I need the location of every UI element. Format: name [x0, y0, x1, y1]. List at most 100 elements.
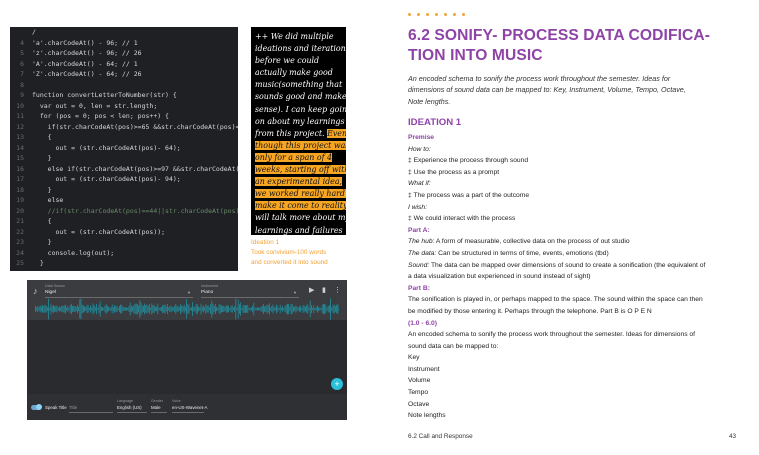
- line-number: 6: [20, 59, 24, 68]
- body-text: ‡ The process was a part of the outcome: [408, 191, 530, 199]
- waveform-bar: [180, 304, 181, 314]
- waveform-bar: [305, 306, 306, 312]
- voice-select[interactable]: en-US-Wavenet-A: [172, 405, 207, 410]
- section-subheading: Part A:: [408, 225, 753, 237]
- waveform-bar: [122, 306, 124, 312]
- waveform-bar: [69, 304, 71, 313]
- waveform-bar: [225, 305, 227, 313]
- caption-line: Took convivium-100 words: [251, 249, 327, 256]
- code-text: for (pos = 0; pos < len; pos++) {: [32, 112, 169, 120]
- more-vertical-icon[interactable]: ⋮: [334, 287, 341, 295]
- quote-text: on about my learnings: [255, 116, 345, 126]
- line-number: 23: [16, 238, 24, 246]
- decorative-dots: [408, 13, 465, 16]
- waveform-bar: [38, 307, 40, 311]
- waveform-bar: [197, 304, 198, 314]
- waveform-bar: [113, 307, 114, 311]
- voice-underline: [172, 412, 204, 413]
- waveform-bar: [211, 300, 213, 318]
- waveform-bar: [167, 304, 168, 314]
- intro-paragraph: An encoded schema to sonify the process …: [408, 73, 753, 107]
- title-input[interactable]: Title: [69, 405, 77, 410]
- waveform-bar: [132, 306, 133, 312]
- waveform-bar: [177, 306, 179, 312]
- waveform-bar: [320, 307, 322, 311]
- play-icon[interactable]: ▶: [309, 287, 314, 295]
- code-text: }: [32, 154, 52, 162]
- waveform-bar: [229, 308, 231, 310]
- waveform-bar: [326, 307, 328, 311]
- waveform-bar: [273, 307, 275, 311]
- speak-title-toggle[interactable]: [31, 404, 42, 410]
- waveform-bar: [255, 307, 257, 311]
- waveform-bar: [110, 307, 112, 312]
- waveform-bar: [266, 304, 268, 314]
- page-title-line-2: TION INTO MUSIC: [408, 47, 543, 64]
- quote-text: sounds good and makes: [255, 92, 346, 102]
- waveform-bar: [54, 306, 55, 312]
- waveform-bar: [186, 299, 187, 319]
- waveform-bar: [300, 305, 301, 313]
- waveform-bar: [242, 305, 244, 313]
- waveform-bar: [111, 304, 113, 314]
- quote-text: will talk more about my: [255, 213, 346, 223]
- waveform-bar: [47, 307, 48, 311]
- waveform-bar: [105, 304, 107, 314]
- line-number: 14: [16, 143, 24, 152]
- delete-icon[interactable]: ▮: [322, 287, 326, 295]
- body-line: How to:: [408, 144, 753, 156]
- body-text: Volume: [408, 377, 431, 385]
- quote-line: learnings and failures: [255, 225, 343, 236]
- code-text: out = (str.charCodeAt(pos)- 64);: [32, 143, 181, 152]
- code-line: 14 out = (str.charCodeAt(pos)- 64);: [10, 143, 238, 154]
- section-subheading: (1.0 - 6.0): [408, 318, 753, 330]
- waveform-bar: [131, 305, 132, 313]
- body-text: Instrument: [408, 365, 440, 373]
- waveform-bar: [86, 304, 88, 314]
- highlighted-text: Even: [327, 128, 346, 138]
- code-text: {: [32, 133, 52, 141]
- waveform-bar: [139, 300, 141, 318]
- waveform-bar: [140, 302, 142, 316]
- waveform-bar: [37, 306, 39, 312]
- waveform-bar: [147, 305, 149, 313]
- body-text: Premise: [408, 134, 435, 141]
- waveform-bar: [264, 306, 265, 312]
- body-line: What if:: [408, 178, 753, 190]
- waveform-bar: [251, 307, 252, 311]
- ideation-caption: Ideation 1 Took convivium-100 words and co…: [251, 238, 361, 268]
- waveform-bar: [96, 304, 97, 315]
- waveform-bar: [189, 307, 191, 311]
- waveform-bar: [56, 305, 58, 313]
- code-line: 19 else: [10, 195, 238, 206]
- line-number: 12: [16, 122, 24, 131]
- waveform-bar: [93, 305, 95, 313]
- highlighted-text: though this project was: [255, 140, 346, 150]
- waveform-bar: [272, 304, 274, 314]
- waveform-bar: [288, 303, 289, 315]
- waveform-bar: [281, 307, 282, 311]
- waveform-bar: [253, 302, 255, 316]
- body-line: Volume: [408, 375, 753, 387]
- add-track-button[interactable]: +: [331, 378, 343, 390]
- body-text: Key: [408, 354, 420, 362]
- waveform-bar: [137, 304, 138, 314]
- body-text: Note lengths: [408, 412, 446, 420]
- code-line: 25 }: [10, 258, 238, 269]
- waveform-bar: [230, 305, 232, 312]
- waveform-bar: [279, 304, 281, 314]
- quote-line: an experimental idea,: [255, 176, 343, 188]
- waveform-bar: [104, 305, 106, 313]
- waveform-bar: [55, 306, 57, 312]
- waveform-bar: [194, 306, 196, 312]
- gender-select[interactable]: Male: [151, 405, 161, 410]
- waveform-bar: [258, 307, 259, 311]
- waveform-bar: [295, 305, 297, 313]
- language-select[interactable]: English (US): [117, 405, 142, 410]
- code-text: out = (str.charCodeAt(pos));: [32, 227, 166, 236]
- data-source-select[interactable]: Nigel: [45, 290, 56, 295]
- code-line: 4 'a'.charCodeAt() - 96; // 1: [10, 38, 238, 49]
- line-number: 15: [16, 154, 24, 162]
- instrument-select[interactable]: Piano: [201, 290, 213, 295]
- line-number: 22: [16, 227, 24, 236]
